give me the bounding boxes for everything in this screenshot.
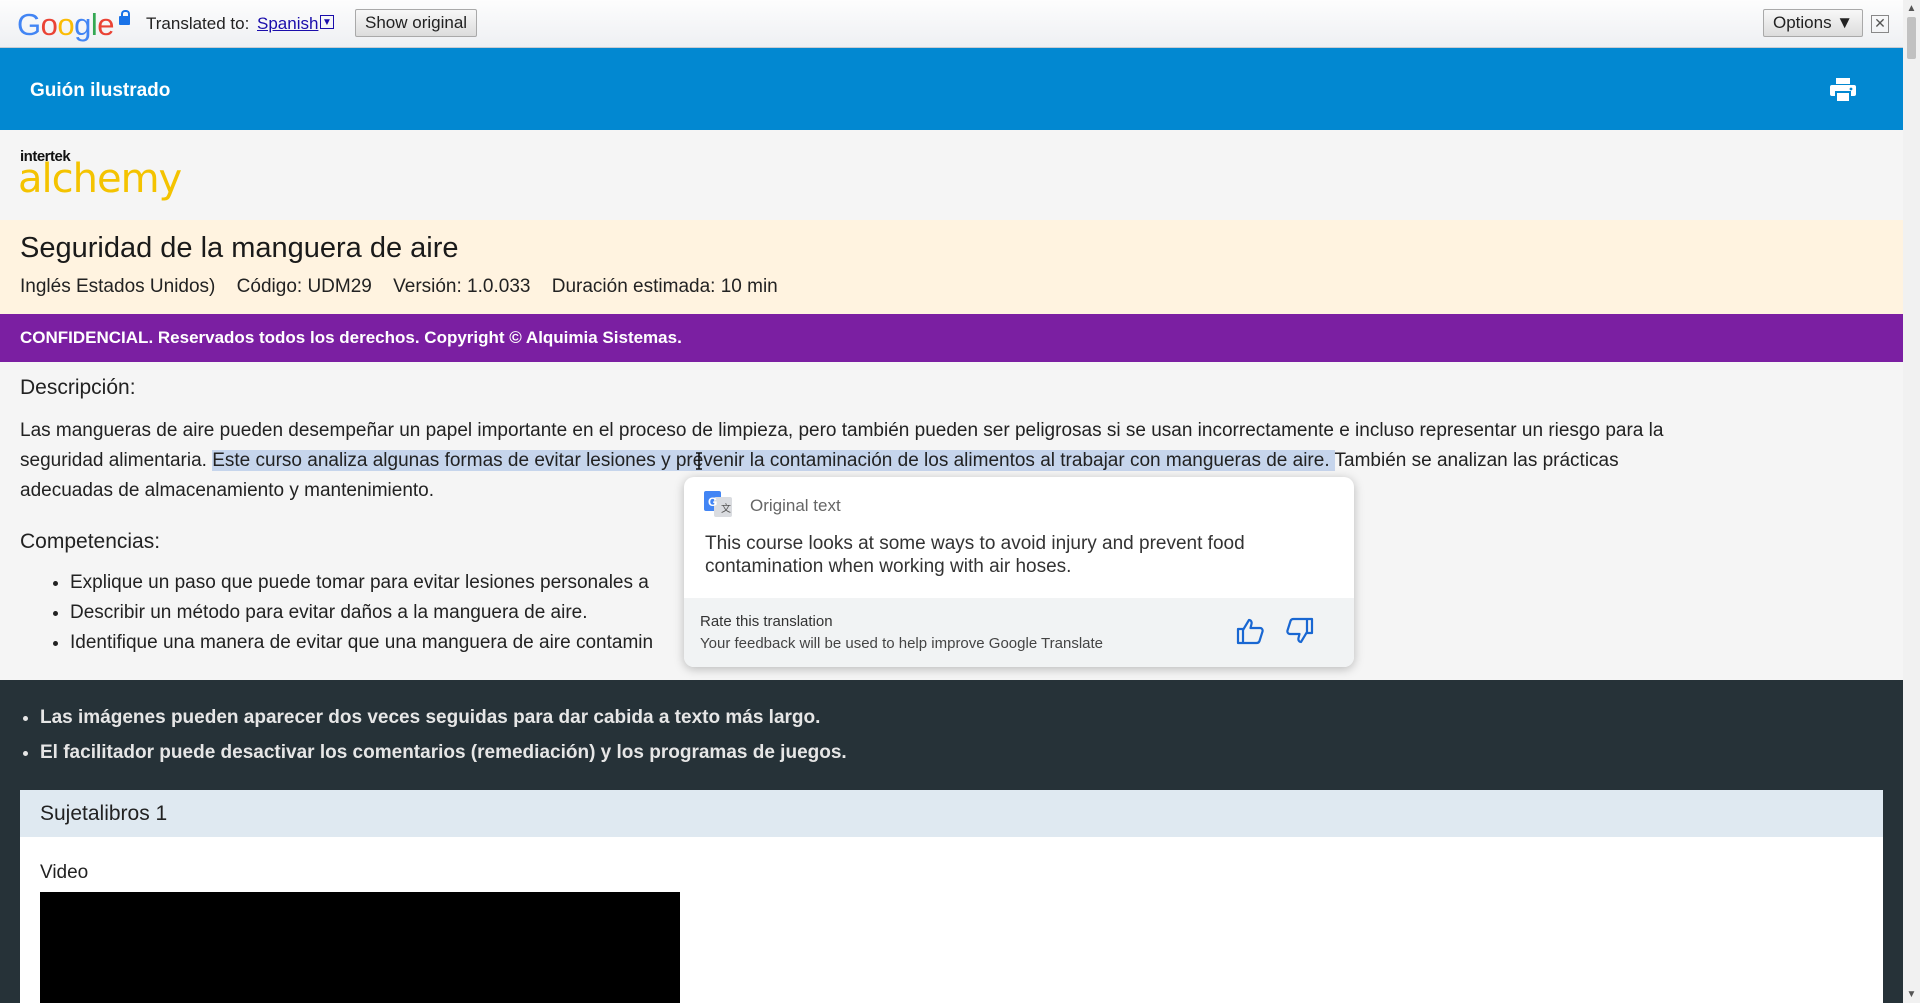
competencies-list: Explique un paso que puede tomar para ev… [20,568,653,658]
course-code: Código: UDM29 [236,276,372,297]
course-title: Seguridad de la manguera de aire [20,232,459,264]
storyboard-card: Sujetalibros 1 Video [20,790,1883,1003]
logo-area: intertek alchemy [0,130,1903,220]
alchemy-logo: alchemy [18,156,182,202]
course-header: Seguridad de la manguera de aire Inglés … [0,220,1903,314]
print-icon[interactable] [1830,78,1856,102]
list-item: Identifique una manera de evitar que una… [70,628,653,658]
list-item: Explique un paso que puede tomar para ev… [70,568,653,598]
video-label: Video [40,862,89,883]
notes-section: Las imágenes pueden aparecer dos veces s… [0,680,1903,1003]
original-text-label: Original text [750,496,841,515]
original-text: This course looks at some ways to avoid … [705,533,1245,577]
svg-text:G: G [708,495,717,509]
course-version: Versión: 1.0.033 [393,276,531,297]
notes-list: Las imágenes pueden aparecer dos veces s… [20,700,847,770]
language-link[interactable]: Spanish [257,14,318,34]
google-logo: Google [17,7,115,42]
chevron-down-icon[interactable]: ▼ [320,15,334,29]
scroll-thumb[interactable] [1907,17,1916,59]
list-item: Las imágenes pueden aparecer dos veces s… [40,700,847,735]
scrollbar[interactable]: ▲ ▼ [1903,0,1920,1003]
close-icon[interactable]: ✕ [1871,15,1889,33]
list-item: El facilitador puede desactivar los come… [40,735,847,770]
thumbs-down-icon[interactable] [1285,616,1315,646]
thumbs-up-icon[interactable] [1235,616,1265,646]
description-heading: Descripción: [20,376,136,399]
course-duration: Duración estimada: 10 min [551,276,778,297]
card-title: Sujetalibros 1 [40,802,168,825]
svg-text:文: 文 [721,502,731,515]
rate-subtitle: Your feedback will be used to help impro… [700,635,1104,652]
confidential-text: CONFIDENCIAL. Reservados todos los derec… [20,328,682,347]
app-header: Guión ilustrado [0,48,1903,130]
video-player[interactable] [40,892,680,1003]
google-translate-icon: G 文 [704,491,732,517]
text-cursor-icon [696,452,702,470]
show-original-button[interactable]: Show original [355,9,478,37]
card-header: Sujetalibros 1 [20,790,1883,837]
course-meta: Inglés Estados Unidos) Código: UDM29 Ver… [20,276,794,298]
list-item: Describir un método para evitar daños a … [70,598,653,628]
rate-title: Rate this translation [700,613,833,630]
scroll-down-icon[interactable]: ▼ [1903,986,1920,1003]
scroll-up-icon[interactable]: ▲ [1903,0,1920,17]
selected-text[interactable]: Este curso analiza algunas formas de evi… [212,450,1335,471]
original-text-popup: G 文 Original text This course looks at s… [684,477,1354,667]
lock-icon [119,10,130,25]
rating-footer: Rate this translation Your feedback will… [684,598,1354,667]
page-title: Guión ilustrado [30,80,171,101]
confidential-banner: CONFIDENCIAL. Reservados todos los derec… [0,314,1903,362]
competencies-heading: Competencias: [20,530,161,553]
translate-bar: Google Translated to: Spanish ▼ Show ori… [0,0,1920,48]
course-language: Inglés Estados Unidos) [20,276,216,297]
options-button[interactable]: Options ▼ [1763,9,1864,37]
translated-to-label: Translated to: [146,14,250,33]
